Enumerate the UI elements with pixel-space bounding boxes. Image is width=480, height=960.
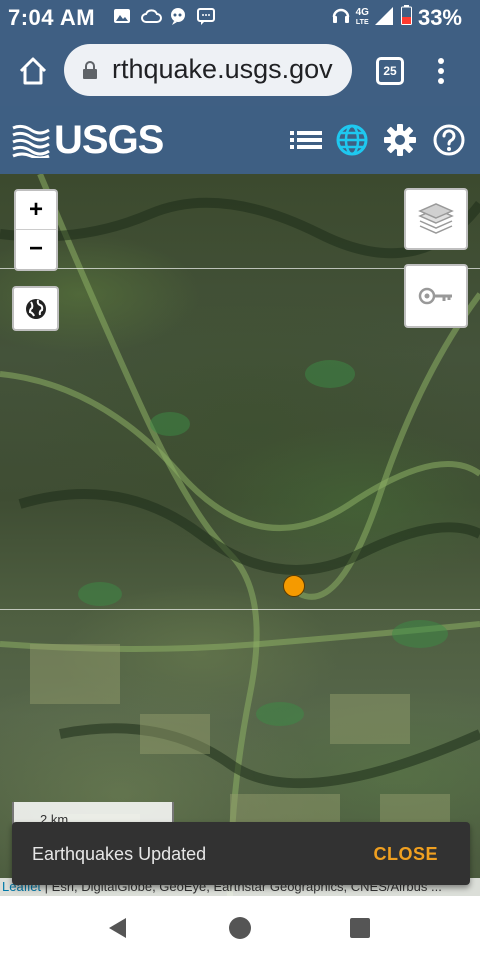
status-time: 7:04 AM <box>8 5 96 30</box>
home-nav-button[interactable] <box>228 916 252 940</box>
zoom-in-button[interactable]: + <box>16 191 56 230</box>
list-button[interactable] <box>288 122 324 158</box>
usgs-logo[interactable]: USGS <box>12 117 164 162</box>
graticule-line <box>0 609 480 610</box>
browser-menu-button[interactable] <box>436 54 446 88</box>
help-icon <box>433 124 465 156</box>
signal-icon <box>374 5 395 31</box>
image-notification-icon <box>112 6 132 26</box>
recents-icon <box>350 918 370 938</box>
map-view-button[interactable] <box>334 122 370 158</box>
zoom-control: + − <box>14 189 58 271</box>
gear-icon <box>384 124 416 156</box>
assistant-notification-icon <box>168 6 188 26</box>
earth-icon <box>25 298 46 319</box>
usgs-wordmark: USGS <box>54 117 164 162</box>
network-type: 4G LTE <box>355 7 369 27</box>
system-nav-bar <box>0 896 480 960</box>
settings-button[interactable] <box>382 122 418 158</box>
battery-icon <box>400 5 412 31</box>
address-bar[interactable]: rthquake.usgs.gov <box>64 44 352 96</box>
list-icon <box>290 131 322 149</box>
zoom-out-button[interactable]: − <box>16 230 56 269</box>
recents-button[interactable] <box>348 916 372 940</box>
home-circle-icon <box>229 917 251 939</box>
back-icon <box>109 918 126 938</box>
earthquake-marker[interactable] <box>283 575 305 597</box>
message-notification-icon <box>196 6 216 26</box>
more-vert-icon <box>438 58 444 84</box>
back-button[interactable] <box>106 916 130 940</box>
url-text: rthquake.usgs.gov <box>112 54 333 84</box>
snackbar-message: Earthquakes Updated <box>32 844 207 864</box>
layers-button[interactable] <box>404 188 468 250</box>
browser-toolbar: rthquake.usgs.gov 25 <box>0 36 480 106</box>
globe-icon <box>336 124 368 156</box>
layers-icon <box>418 203 454 234</box>
map-canvas[interactable]: + − 2 km Leaflet | Esri, DigitalGlobe, G… <box>0 174 480 896</box>
notification-icons <box>112 6 216 26</box>
snackbar-close-button[interactable]: CLOSE <box>373 844 438 865</box>
status-right: 4G LTE 33% <box>332 5 462 31</box>
site-header: USGS <box>0 106 480 174</box>
help-button[interactable] <box>431 122 467 158</box>
tab-switcher-button[interactable]: 25 <box>376 57 404 85</box>
legend-button[interactable] <box>404 264 468 328</box>
usgs-wave-icon <box>12 124 50 158</box>
status-bar: 7:04 AM 4G LTE 33% <box>0 0 480 36</box>
cloud-notification-icon <box>140 6 162 26</box>
home-button[interactable] <box>16 54 50 88</box>
headset-icon <box>332 5 350 31</box>
snackbar: Earthquakes Updated CLOSE <box>12 822 470 885</box>
lock-icon <box>82 60 98 80</box>
key-icon <box>418 287 452 305</box>
battery-percent: 33% <box>417 5 462 30</box>
home-icon <box>19 57 47 85</box>
world-extent-button[interactable] <box>12 286 59 331</box>
